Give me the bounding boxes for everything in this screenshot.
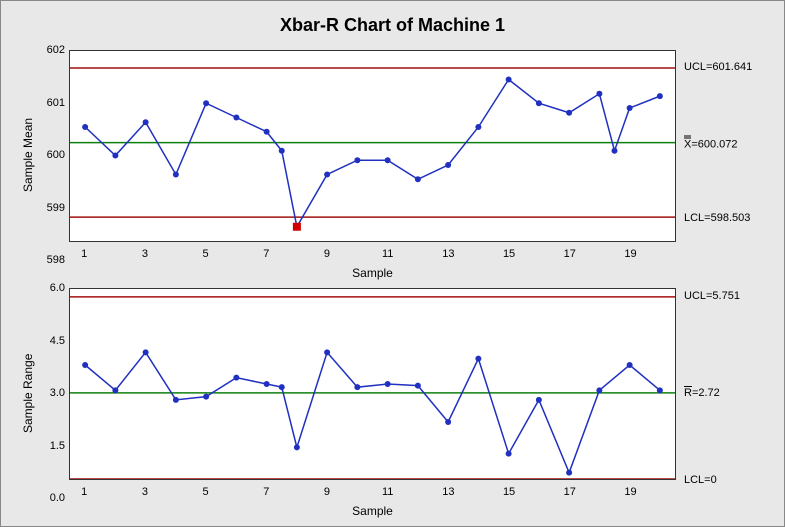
xbar-lcl-label: LCL=598.503: [684, 212, 750, 224]
chart-container: Xbar-R Chart of Machine 1 Sample Mean 59…: [0, 0, 785, 527]
xbar-plot-wrapper: 135791113151719 Sample UCL=601.641 X=600…: [69, 50, 766, 260]
xbar-ucl-label: UCL=601.641: [684, 61, 752, 73]
xbar-plot-area: [69, 50, 676, 242]
r-plot-wrapper: 135791113151719 Sample UCL=5.751 R=2.72 …: [69, 288, 766, 498]
chart-title: Xbar-R Chart of Machine 1: [19, 15, 766, 36]
r-x-ticks: 135791113151719: [69, 482, 676, 498]
r-cl-label: R=2.72: [684, 387, 720, 399]
r-lcl-label: LCL=0: [684, 474, 717, 486]
r-cl-symbol: R: [684, 387, 692, 399]
xbar-x-axis-label: Sample: [69, 266, 676, 280]
xbar-cl-value: =600.072: [691, 138, 737, 150]
r-y-axis-label: Sample Range: [19, 288, 37, 498]
r-x-axis-label: Sample: [69, 504, 676, 518]
r-ucl-label: UCL=5.751: [684, 290, 740, 302]
r-y-ticks: 0.01.53.04.56.0: [37, 288, 69, 498]
r-plot-area: [69, 288, 676, 480]
r-cl-value: =2.72: [692, 387, 720, 399]
r-limit-labels: UCL=5.751 R=2.72 LCL=0: [680, 288, 766, 480]
xbar-limit-labels: UCL=601.641 X=600.072 LCL=598.503: [680, 50, 766, 242]
xbar-y-ticks: 598599600601602: [37, 50, 69, 260]
xbar-panel: Sample Mean 598599600601602 135791113151…: [19, 50, 766, 260]
r-panel: Sample Range 0.01.53.04.56.0 13579111315…: [19, 288, 766, 498]
xbar-x-ticks: 135791113151719: [69, 244, 676, 260]
xbar-cl-label: X=600.072: [684, 135, 738, 150]
xbar-y-axis-label: Sample Mean: [19, 50, 37, 260]
